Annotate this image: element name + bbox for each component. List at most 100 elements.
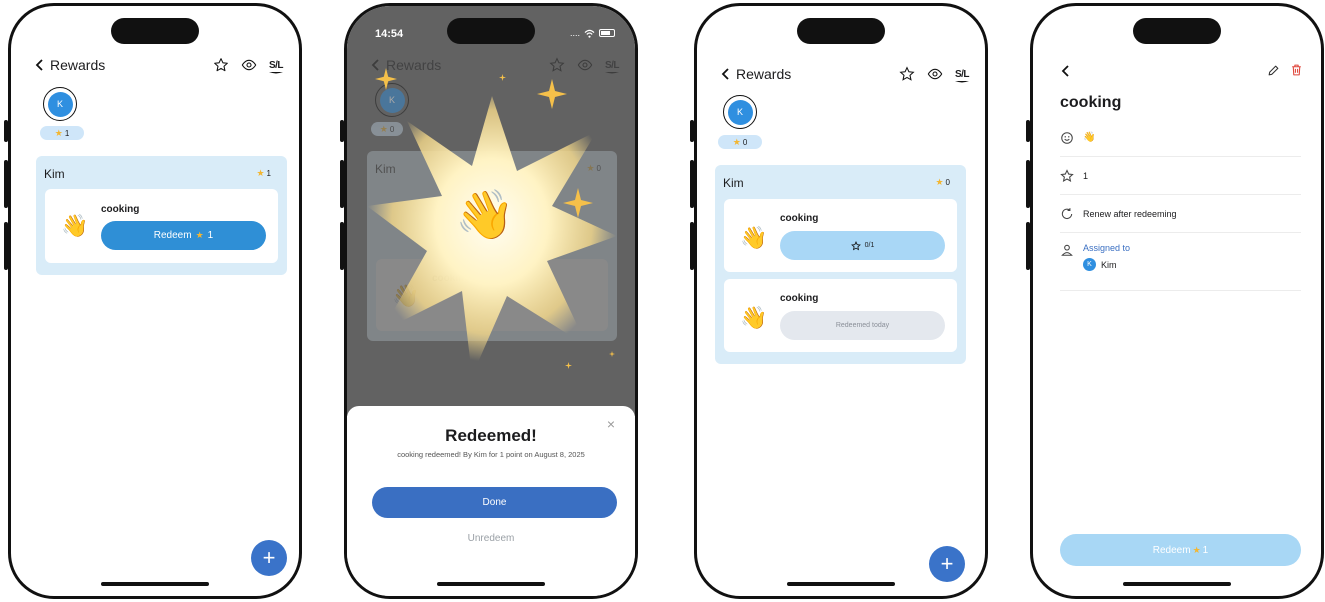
assignee-chip: K Kim xyxy=(1083,258,1130,271)
add-reward-button[interactable]: + xyxy=(251,540,287,576)
sheet-message: cooking redeemed! By Kim for 1 point on … xyxy=(397,450,585,459)
person-icon xyxy=(1061,244,1073,256)
panel-user-name: Kim xyxy=(44,167,65,181)
eye-icon[interactable] xyxy=(577,57,593,73)
emoji-value: 👋 xyxy=(1083,132,1096,143)
assignee-name: Kim xyxy=(1101,259,1117,270)
home-indicator xyxy=(787,582,895,586)
panel-points-value: 0 xyxy=(945,178,950,187)
user-reward-panel: Kim ★ 0 👋 cooking 0/1 👋 cooking Redeemed… xyxy=(715,165,966,364)
redeem-points: 1 xyxy=(1202,544,1209,556)
refresh-icon xyxy=(1061,207,1073,219)
home-indicator xyxy=(1123,582,1231,586)
header: Rewards S/L xyxy=(35,57,284,73)
panel-user-name: Kim xyxy=(723,176,744,190)
star-icon: ★ xyxy=(195,230,204,240)
phone-screen-redeemed: 14:54 .... Rewards S/L K ★ 0 Kim ★ 0 👋 c… xyxy=(344,3,638,599)
user-reward-panel: Kim ★ 1 👋 cooking Redeem ★ 1 xyxy=(36,156,287,275)
smiley-icon xyxy=(1061,131,1073,144)
dynamic-island xyxy=(111,18,199,44)
header: Rewards S/L xyxy=(721,66,970,82)
reward-title: cooking xyxy=(780,293,819,304)
panel-points: ★ 0 xyxy=(935,177,950,188)
sparkle-icon xyxy=(537,79,567,109)
redeem-points: 1 xyxy=(207,230,214,241)
points-row[interactable]: 1 xyxy=(1060,157,1301,195)
redeem-label: Redeem xyxy=(1152,544,1191,556)
star-outline-icon[interactable] xyxy=(213,57,229,73)
signal-icon: .... xyxy=(569,28,580,38)
star-icon: ★ xyxy=(54,127,63,138)
back-button[interactable]: Rewards xyxy=(721,66,791,82)
plus-icon: + xyxy=(940,551,954,576)
points-value: 1 xyxy=(1083,170,1089,181)
avatar: K xyxy=(47,91,73,117)
home-indicator xyxy=(101,582,209,586)
done-button[interactable]: Done xyxy=(372,487,617,518)
assigned-row[interactable]: Assigned to K Kim xyxy=(1060,235,1301,291)
eye-icon[interactable] xyxy=(927,66,943,82)
sl-toggle-button[interactable]: S/L xyxy=(269,60,284,71)
redeem-progress-button[interactable]: 0/1 xyxy=(780,231,945,260)
back-label: Rewards xyxy=(50,57,106,73)
progress-text: 0/1 xyxy=(864,242,875,249)
back-button[interactable]: Rewards xyxy=(35,57,105,73)
waving-hand-icon: 👋 xyxy=(740,225,768,250)
sparkle-icon xyxy=(565,362,572,369)
plus-icon: + xyxy=(262,545,276,570)
phone-screen-rewards: Rewards S/L K ★ 1 Kim ★ 1 👋 cooking Rede… xyxy=(8,3,302,599)
sl-toggle-button[interactable]: S/L xyxy=(605,60,620,71)
sparkle-icon xyxy=(499,74,506,81)
header: Rewards S/L xyxy=(371,57,620,73)
panel-points-value: 1 xyxy=(266,169,271,178)
redeemed-today-button: Redeemed today xyxy=(780,311,945,340)
sheet-title: Redeemed! xyxy=(445,426,537,445)
pencil-icon[interactable] xyxy=(1267,64,1280,77)
reward-card[interactable]: 👋 cooking 0/1 xyxy=(724,199,957,272)
back-button[interactable] xyxy=(1061,65,1070,77)
phone-screen-reward-detail: cooking 👋 1 Renew after redeeming Assign… xyxy=(1030,3,1324,599)
redeem-button[interactable]: Redeem ★ 1 xyxy=(101,221,266,250)
points-value: 0 xyxy=(742,137,748,147)
star-outline-icon[interactable] xyxy=(549,57,565,73)
phone-screen-rewards-after: Rewards S/L K ★ 0 Kim ★ 0 👋 cooking 0/1 xyxy=(694,3,988,599)
renew-label: Renew after redeeming xyxy=(1083,208,1177,219)
reward-title: cooking xyxy=(101,204,140,215)
unredeem-button[interactable]: Unredeem xyxy=(347,533,635,544)
waving-hand-icon: 👋 xyxy=(740,305,768,330)
dynamic-island xyxy=(447,18,535,44)
sparkle-icon xyxy=(609,351,615,357)
redeemed-sheet: × Redeemed! cooking redeemed! By Kim for… xyxy=(347,406,635,596)
avatar-ring[interactable]: K xyxy=(43,87,77,121)
waving-hand-icon: 👋 xyxy=(61,213,89,238)
star-outline-icon xyxy=(1060,168,1074,182)
sl-toggle-button[interactable]: S/L xyxy=(955,69,970,80)
trash-icon[interactable] xyxy=(1290,63,1303,77)
redeem-button[interactable]: Redeem ★ 1 xyxy=(1060,534,1301,566)
star-outline-icon[interactable] xyxy=(899,66,915,82)
add-reward-button[interactable]: + xyxy=(929,546,965,582)
chevron-left-icon xyxy=(721,68,729,80)
sparkle-icon xyxy=(563,188,593,218)
waving-hand-icon: 👋 xyxy=(455,189,515,242)
redeem-label: Redeem xyxy=(153,230,192,241)
star-outline-icon xyxy=(850,240,861,250)
reward-card[interactable]: 👋 cooking Redeemed today xyxy=(724,279,957,352)
eye-icon[interactable] xyxy=(241,57,257,73)
star-icon: ★ xyxy=(935,177,944,187)
assignee-avatar: K xyxy=(1083,258,1096,271)
dynamic-island xyxy=(797,18,885,44)
reward-title: cooking xyxy=(780,213,819,224)
avatar-ring[interactable]: K xyxy=(723,95,757,129)
points-badge: ★ 1 xyxy=(40,126,84,140)
battery-icon xyxy=(599,29,615,37)
renew-row[interactable]: Renew after redeeming xyxy=(1060,195,1301,233)
home-indicator xyxy=(437,582,545,586)
sparkle-icon xyxy=(375,68,397,90)
reward-card[interactable]: 👋 cooking Redeem ★ 1 xyxy=(45,189,278,263)
emoji-row[interactable]: 👋 xyxy=(1060,119,1301,157)
points-value: 1 xyxy=(64,128,70,138)
dynamic-island xyxy=(1133,18,1221,44)
star-icon: ★ xyxy=(1192,544,1201,555)
avatar: K xyxy=(727,99,753,125)
